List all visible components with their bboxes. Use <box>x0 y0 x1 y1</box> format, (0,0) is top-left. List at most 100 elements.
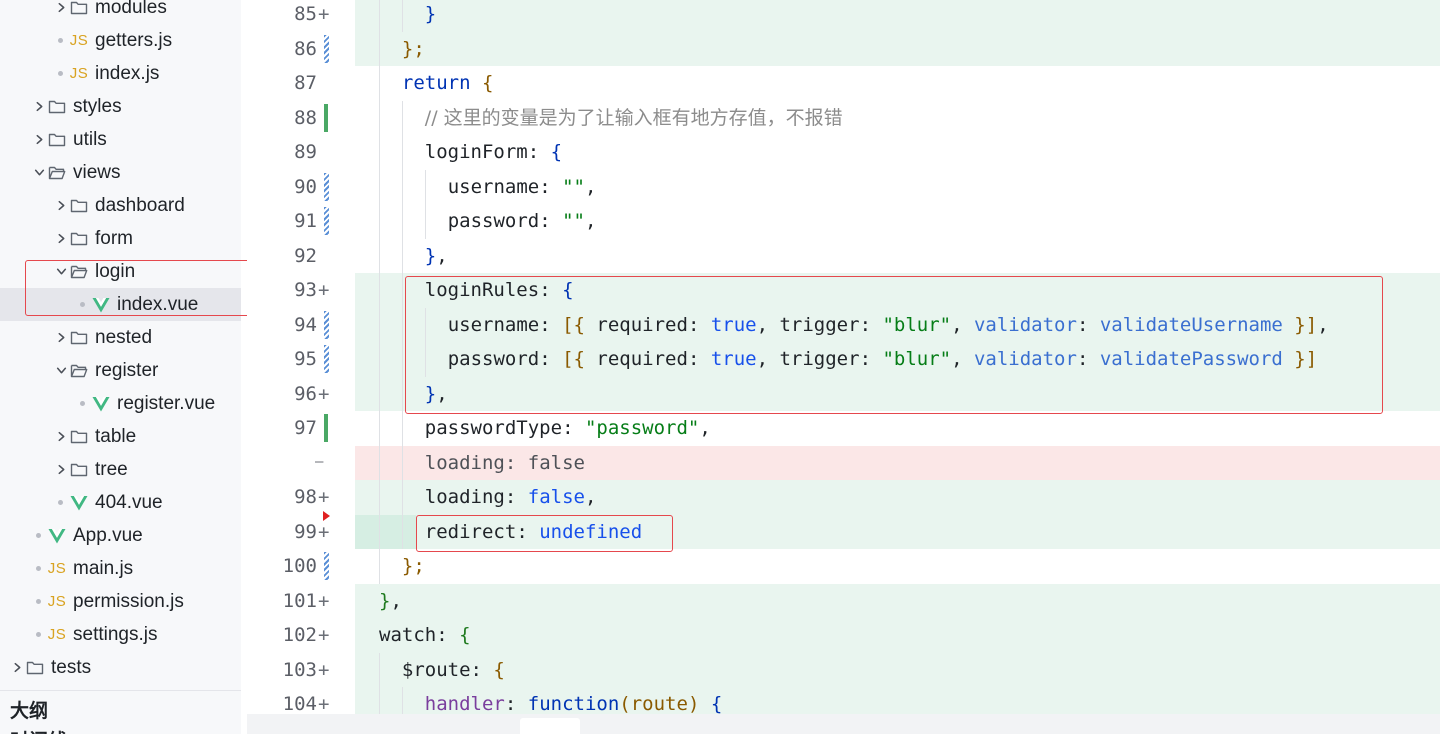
code-line[interactable]: 97 passwordType: "password", <box>247 411 1440 446</box>
code-token: "password" <box>584 417 700 439</box>
code-line[interactable]: 96 +}, <box>247 376 1440 412</box>
code-line[interactable]: 103 + $route: { <box>247 652 1440 688</box>
gutter-changed-marker[interactable] <box>324 552 329 580</box>
code-line[interactable]: 95 password: [{ required: true, trigger: … <box>247 342 1440 377</box>
tree-file-settings-js[interactable]: JS settings.js <box>0 618 241 651</box>
tree-file-main-js[interactable]: JS main.js <box>0 552 241 585</box>
chevron-right-icon[interactable] <box>54 189 68 222</box>
tree-file-404-vue[interactable]: 404.vue <box>0 486 241 519</box>
code-line[interactable]: 94 username: [{ required: true, trigger: … <box>247 307 1440 343</box>
chevron-right-icon[interactable] <box>10 651 24 684</box>
tree-folder-register[interactable]: register <box>0 354 241 387</box>
code-line[interactable]: — loading: false <box>247 445 1440 481</box>
outline-panel-header[interactable]: 大纲 <box>10 696 48 723</box>
tree-file-App-vue[interactable]: App.vue <box>0 519 241 552</box>
tree-folder-table[interactable]: table <box>0 420 241 453</box>
tree-leaf-dot <box>80 302 85 307</box>
line-number: 86 <box>294 37 317 60</box>
code-token: // 这里的变量是为了让输入框有地方存值，不报错 <box>424 106 843 129</box>
js-file-icon: JS <box>48 618 66 651</box>
tree-file-register-vue[interactable]: register.vue <box>0 387 241 420</box>
code-text: }, <box>425 239 448 274</box>
code-line[interactable]: 93 + loginRules: { <box>247 273 1440 308</box>
code-line[interactable]: 87 return { <box>247 66 1440 101</box>
tree-leaf-dot <box>36 533 41 538</box>
code-token: { <box>562 279 574 301</box>
folder-icon <box>70 420 88 453</box>
tree-item-label: form <box>95 227 133 249</box>
code-token: loading <box>424 486 505 508</box>
chevron-right-icon[interactable] <box>32 90 46 123</box>
line-number: 102 <box>282 624 317 646</box>
code-text: watch: { <box>379 618 471 653</box>
chevron-down-icon[interactable] <box>32 156 46 189</box>
tree-folder-dashboard[interactable]: dashboard <box>0 189 241 222</box>
code-editor[interactable]: 85 +} 86}; 87 return {88// 这里的变量是为了让输入框有地方存值… <box>247 0 1440 714</box>
indent-guide <box>379 514 380 549</box>
code-line[interactable]: 101 +}, <box>247 583 1440 619</box>
code-line[interactable]: 102 + watch: { <box>247 618 1440 653</box>
chevron-right-icon[interactable] <box>54 453 68 486</box>
tree-folder-utils[interactable]: utils <box>0 123 241 156</box>
gutter-modified-marker[interactable] <box>324 103 328 132</box>
diff-removed-marker[interactable]: — <box>315 446 323 481</box>
tree-file-permission-js[interactable]: JS permission.js <box>0 585 241 618</box>
tree-file-index-js[interactable]: JS index.js <box>0 57 241 90</box>
code-text: username: [{ required: true, trigger: "b… <box>448 308 1329 343</box>
tree-file-getters-js[interactable]: JS getters.js <box>0 24 241 57</box>
gutter-changed-marker[interactable] <box>324 345 329 373</box>
diff-added-marker[interactable]: + <box>318 480 329 515</box>
tree-folder-modules[interactable]: modules <box>0 0 241 24</box>
timeline-panel-header[interactable]: 时间线 <box>10 726 67 734</box>
chevron-down-icon[interactable] <box>54 255 68 288</box>
code-token: password <box>447 348 540 370</box>
chevron-down-icon[interactable] <box>54 354 68 387</box>
code-line[interactable]: 104 + handler: function(route) { <box>247 687 1440 714</box>
diff-added-marker[interactable]: + <box>318 273 329 308</box>
diff-added-marker[interactable]: + <box>318 0 329 32</box>
gutter-changed-marker[interactable] <box>324 310 329 339</box>
tree-folder-tests[interactable]: tests <box>0 651 241 684</box>
chevron-right-icon[interactable] <box>54 222 68 255</box>
code-token: : <box>539 313 563 336</box>
tree-folder-form[interactable]: form <box>0 222 241 255</box>
chevron-right-icon[interactable] <box>54 0 68 24</box>
js-badge: JS <box>47 560 67 577</box>
code-line[interactable]: 90 username: "", <box>247 169 1440 204</box>
code-line[interactable]: 92}, <box>247 238 1440 274</box>
gutter-changed-marker[interactable] <box>324 34 329 63</box>
code-line[interactable]: 98 + loading: false, <box>247 480 1440 515</box>
line-number: 98 <box>294 486 317 508</box>
code-line[interactable]: 89 loginForm: { <box>247 135 1440 170</box>
js-file-icon: JS <box>70 24 88 57</box>
code-line[interactable]: 100}; <box>247 549 1440 584</box>
tree-file-index-vue[interactable]: index.vue <box>0 288 241 321</box>
diff-added-marker[interactable]: + <box>318 377 329 412</box>
gutter-changed-marker[interactable] <box>324 172 329 201</box>
diff-added-marker[interactable]: + <box>318 687 329 714</box>
chevron-right-icon[interactable] <box>32 123 46 156</box>
indent-guide <box>379 135 380 170</box>
code-line[interactable]: 91 password: "", <box>247 204 1440 239</box>
bottom-panel-tab[interactable] <box>520 718 580 734</box>
code-line[interactable]: 88 // 这里的变量是为了让输入框有地方存值，不报错 <box>247 100 1440 135</box>
diff-added-marker[interactable]: + <box>318 653 329 688</box>
diff-added-marker[interactable]: + <box>318 584 329 619</box>
tree-folder-login[interactable]: login <box>0 255 241 288</box>
chevron-right-icon[interactable] <box>54 321 68 354</box>
code-token: , <box>951 348 974 370</box>
diff-added-marker[interactable]: + <box>318 618 329 653</box>
tree-folder-nested[interactable]: nested <box>0 321 241 354</box>
indent-guide <box>379 273 380 308</box>
gutter-changed-marker[interactable] <box>324 207 329 235</box>
tree-folder-styles[interactable]: styles <box>0 90 241 123</box>
chevron-right-icon[interactable] <box>54 420 68 453</box>
code-line[interactable]: 86}; <box>247 31 1440 66</box>
code-line[interactable]: 99 + redirect: undefined <box>247 510 1440 549</box>
gutter-modified-marker[interactable] <box>324 414 328 442</box>
folder-icon <box>48 90 66 123</box>
tree-folder-views[interactable]: views <box>0 156 241 189</box>
tree-folder-tree[interactable]: tree <box>0 453 241 486</box>
code-token: validator <box>973 348 1077 370</box>
code-line[interactable]: 85 +} <box>247 0 1440 32</box>
